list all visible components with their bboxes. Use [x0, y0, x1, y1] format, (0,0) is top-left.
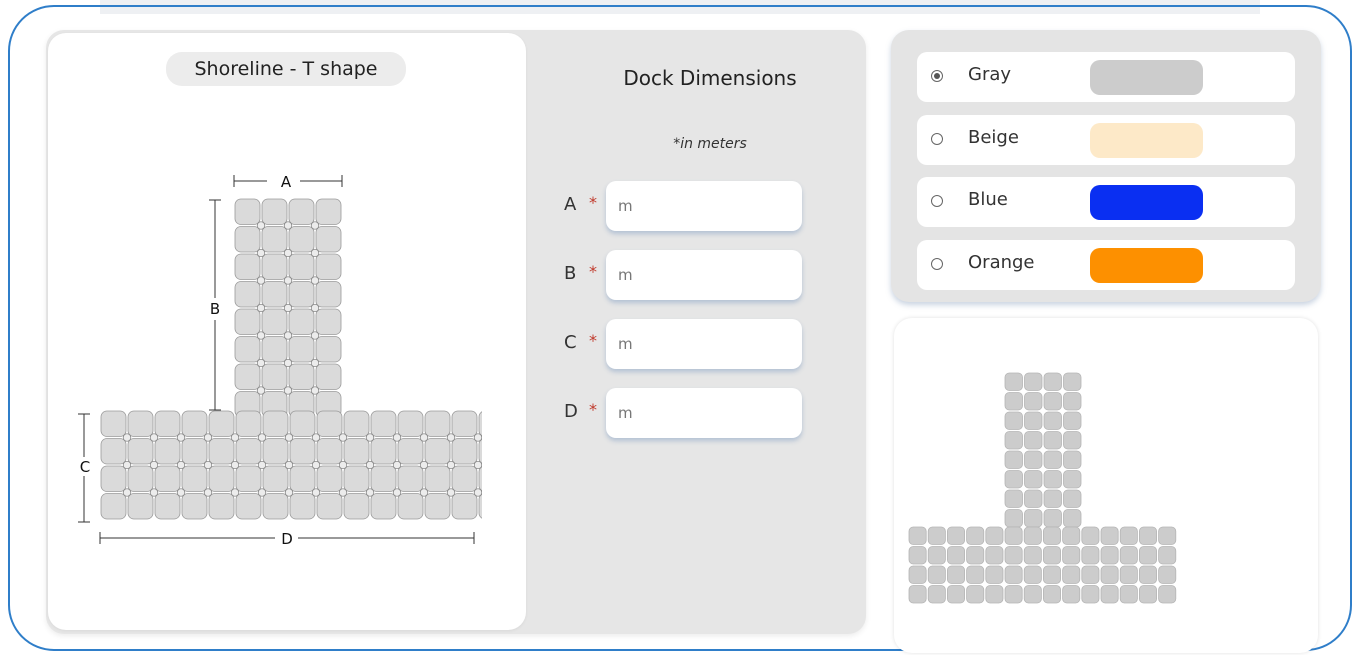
dim-label-c: C — [80, 458, 90, 476]
preview-module-grid — [908, 372, 1177, 604]
dimension-label-c: C — [564, 332, 577, 353]
dimension-row-b: B * — [558, 250, 808, 300]
dim-label-d: D — [281, 530, 293, 548]
required-marker: * — [589, 331, 597, 350]
required-marker: * — [589, 400, 597, 419]
dimension-row-a: A * — [558, 181, 808, 231]
color-option-gray[interactable]: Gray — [917, 52, 1295, 102]
dimension-a-input[interactable] — [606, 181, 802, 231]
color-option-orange[interactable]: Orange — [917, 240, 1295, 290]
color-option-label: Orange — [968, 252, 1035, 273]
dimensions-unit-note: *in meters — [673, 136, 747, 152]
dimension-label-b: B — [564, 263, 577, 284]
color-option-label: Gray — [968, 64, 1012, 85]
dimension-c-input[interactable] — [606, 319, 802, 369]
color-option-label: Beige — [968, 127, 1019, 148]
color-swatch-orange — [1090, 248, 1203, 283]
dimension-label-a: A — [564, 194, 577, 215]
required-marker: * — [589, 193, 597, 212]
dock-color-preview — [908, 372, 1177, 604]
dock-module-grid — [100, 198, 482, 520]
radio-button[interactable] — [931, 133, 943, 145]
radio-button[interactable] — [931, 258, 943, 270]
dimension-d-input[interactable] — [606, 388, 802, 438]
dimension-b-input[interactable] — [606, 250, 802, 300]
color-option-beige[interactable]: Beige — [917, 115, 1295, 165]
dim-label-a: A — [281, 173, 292, 191]
radio-button-selected[interactable] — [931, 70, 943, 82]
shape-title: Shoreline - T shape — [166, 52, 406, 86]
dim-label-b: B — [210, 300, 220, 318]
radio-button[interactable] — [931, 195, 943, 207]
dimension-row-d: D * — [558, 388, 808, 438]
dimension-label-d: D — [564, 401, 578, 422]
color-swatch-gray — [1090, 60, 1203, 95]
color-option-label: Blue — [968, 189, 1008, 210]
t-shape-diagram: A B C D — [78, 173, 482, 548]
color-swatch-beige — [1090, 123, 1203, 158]
color-swatch-blue — [1090, 185, 1203, 220]
dimension-row-c: C * — [558, 319, 808, 369]
required-marker: * — [589, 262, 597, 281]
color-option-blue[interactable]: Blue — [917, 177, 1295, 227]
dimensions-title: Dock Dimensions — [623, 66, 797, 90]
